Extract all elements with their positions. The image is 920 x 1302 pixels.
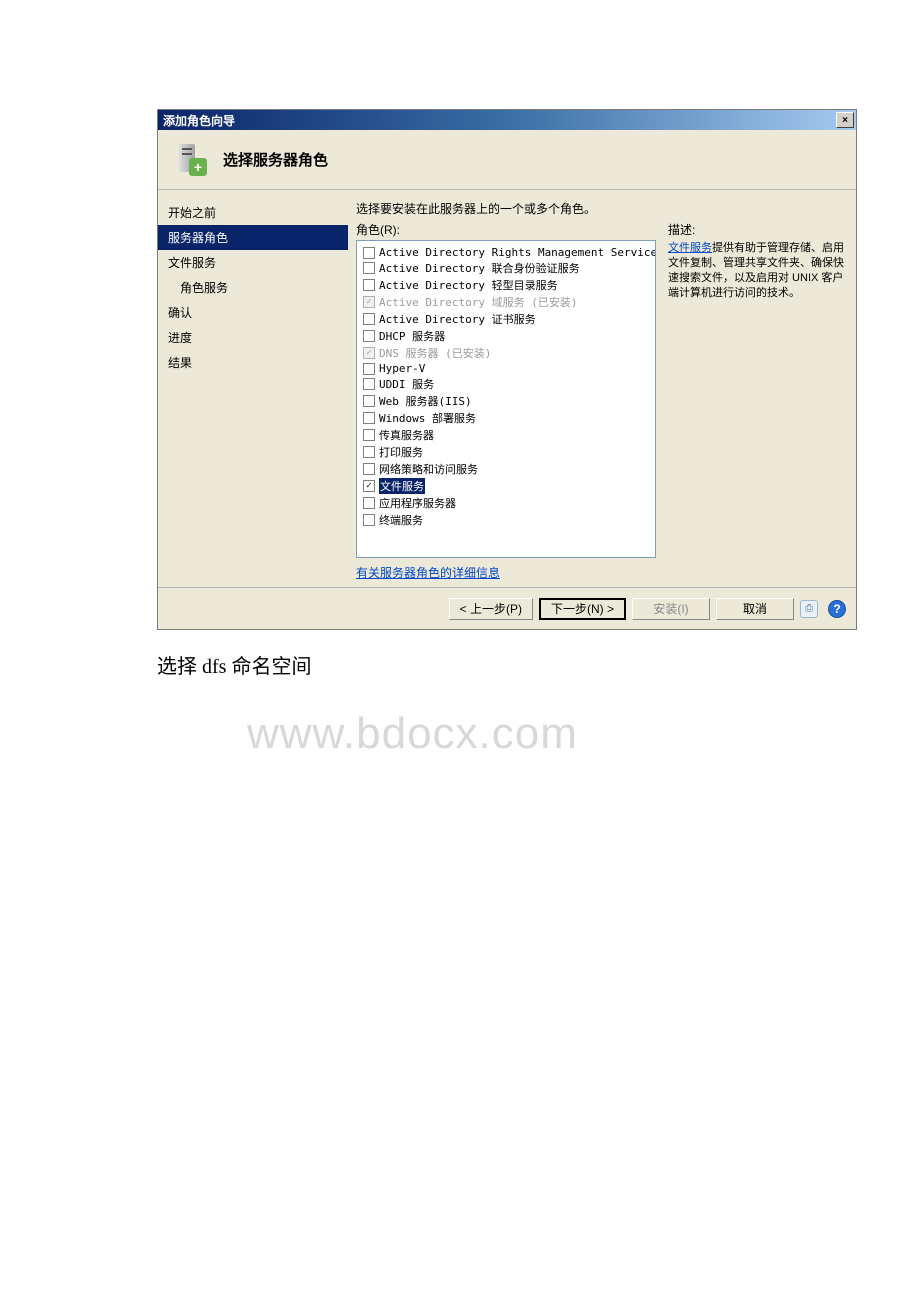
role-label: DNS 服务器 (已安装)	[379, 345, 491, 361]
role-checkbox[interactable]	[363, 480, 375, 492]
help-button[interactable]: ?	[828, 600, 846, 618]
role-checkbox[interactable]	[363, 429, 375, 441]
sidebar-step[interactable]: 进度	[158, 325, 348, 350]
header-area: + 选择服务器角色	[158, 130, 856, 190]
role-item[interactable]: UDDI 服务	[363, 376, 649, 392]
role-checkbox[interactable]	[363, 363, 375, 375]
role-item[interactable]: Active Directory Rights Management Servi…	[363, 246, 649, 259]
role-item[interactable]: Active Directory 证书服务	[363, 311, 649, 327]
role-label: 终端服务	[379, 512, 423, 528]
sidebar-step[interactable]: 确认	[158, 300, 348, 325]
sidebar-step[interactable]: 开始之前	[158, 200, 348, 225]
role-item[interactable]: 传真服务器	[363, 427, 649, 443]
description-text: 文件服务提供有助于管理存储、启用文件复制、管理共享文件夹、确保快速搜索文件，以及…	[668, 241, 848, 300]
description-label: 描述:	[668, 221, 848, 238]
role-label: Hyper-V	[379, 362, 425, 375]
role-checkbox[interactable]	[363, 446, 375, 458]
role-checkbox[interactable]	[363, 497, 375, 509]
role-label: 网络策略和访问服务	[379, 461, 478, 477]
role-checkbox	[363, 296, 375, 308]
role-label: 打印服务	[379, 444, 423, 460]
role-item[interactable]: Active Directory 轻型目录服务	[363, 277, 649, 293]
role-checkbox[interactable]	[363, 313, 375, 325]
role-checkbox[interactable]	[363, 378, 375, 390]
footer-buttons: < 上一步(P) 下一步(N) > 安装(I) 取消 ⎙ ?	[158, 587, 856, 629]
role-item[interactable]: 终端服务	[363, 512, 649, 528]
role-label: 文件服务	[379, 478, 425, 494]
role-item[interactable]: Web 服务器(IIS)	[363, 393, 649, 409]
role-checkbox	[363, 347, 375, 359]
main-panel: 选择要安装在此服务器上的一个或多个角色。 角色(R): Active Direc…	[348, 190, 856, 587]
close-button[interactable]: ×	[836, 112, 854, 128]
role-label: Active Directory 证书服务	[379, 311, 536, 327]
printer-icon[interactable]: ⎙	[800, 600, 818, 618]
install-button: 安装(I)	[632, 598, 710, 620]
role-item[interactable]: 打印服务	[363, 444, 649, 460]
role-item[interactable]: Windows 部署服务	[363, 410, 649, 426]
titlebar: 添加角色向导 ×	[158, 110, 856, 130]
role-checkbox[interactable]	[363, 463, 375, 475]
role-checkbox[interactable]	[363, 514, 375, 526]
role-item[interactable]: 网络策略和访问服务	[363, 461, 649, 477]
next-button[interactable]: 下一步(N) >	[539, 598, 626, 620]
description-link[interactable]: 文件服务	[668, 242, 712, 254]
role-checkbox[interactable]	[363, 412, 375, 424]
role-label: Web 服务器(IIS)	[379, 393, 472, 409]
sidebar-step[interactable]: 角色服务	[158, 275, 348, 300]
role-item: DNS 服务器 (已安装)	[363, 345, 649, 361]
server-add-icon: +	[173, 140, 213, 180]
role-label: Windows 部署服务	[379, 410, 476, 426]
wizard-window: 添加角色向导 × + 选择服务器角色 开始之前服务器角色文件服务角色服务确认进度…	[157, 109, 857, 630]
sidebar-step[interactable]: 服务器角色	[158, 225, 348, 250]
page-title: 选择服务器角色	[223, 149, 328, 170]
roles-listbox[interactable]: Active Directory Rights Management Servi…	[356, 240, 656, 558]
role-item[interactable]: Active Directory 联合身份验证服务	[363, 260, 649, 276]
prev-button[interactable]: < 上一步(P)	[449, 598, 533, 620]
role-label: Active Directory Rights Management Servi…	[379, 246, 656, 259]
roles-label: 角色(R):	[356, 221, 656, 238]
role-label: UDDI 服务	[379, 376, 434, 392]
role-checkbox[interactable]	[363, 330, 375, 342]
wizard-steps-sidebar: 开始之前服务器角色文件服务角色服务确认进度结果	[158, 190, 348, 587]
role-checkbox[interactable]	[363, 279, 375, 291]
role-label: Active Directory 域服务 (已安装)	[379, 294, 577, 310]
sidebar-step[interactable]: 结果	[158, 350, 348, 375]
document-caption: 选择 dfs 命名空间	[157, 650, 920, 679]
sidebar-step[interactable]: 文件服务	[158, 250, 348, 275]
role-checkbox[interactable]	[363, 262, 375, 274]
role-item: Active Directory 域服务 (已安装)	[363, 294, 649, 310]
role-item[interactable]: 文件服务	[363, 478, 649, 494]
more-info-link[interactable]: 有关服务器角色的详细信息	[356, 564, 656, 581]
cancel-button[interactable]: 取消	[716, 598, 794, 620]
role-label: 应用程序服务器	[379, 495, 456, 511]
instruction-text: 选择要安装在此服务器上的一个或多个角色。	[356, 200, 848, 217]
role-item[interactable]: DHCP 服务器	[363, 328, 649, 344]
watermark-text: www.bdocx.com	[247, 709, 578, 759]
role-checkbox[interactable]	[363, 395, 375, 407]
role-item[interactable]: Hyper-V	[363, 362, 649, 375]
role-label: Active Directory 轻型目录服务	[379, 277, 558, 293]
window-title: 添加角色向导	[163, 112, 235, 129]
role-item[interactable]: 应用程序服务器	[363, 495, 649, 511]
role-checkbox[interactable]	[363, 247, 375, 259]
role-label: 传真服务器	[379, 427, 434, 443]
role-label: DHCP 服务器	[379, 328, 445, 344]
role-label: Active Directory 联合身份验证服务	[379, 260, 580, 276]
